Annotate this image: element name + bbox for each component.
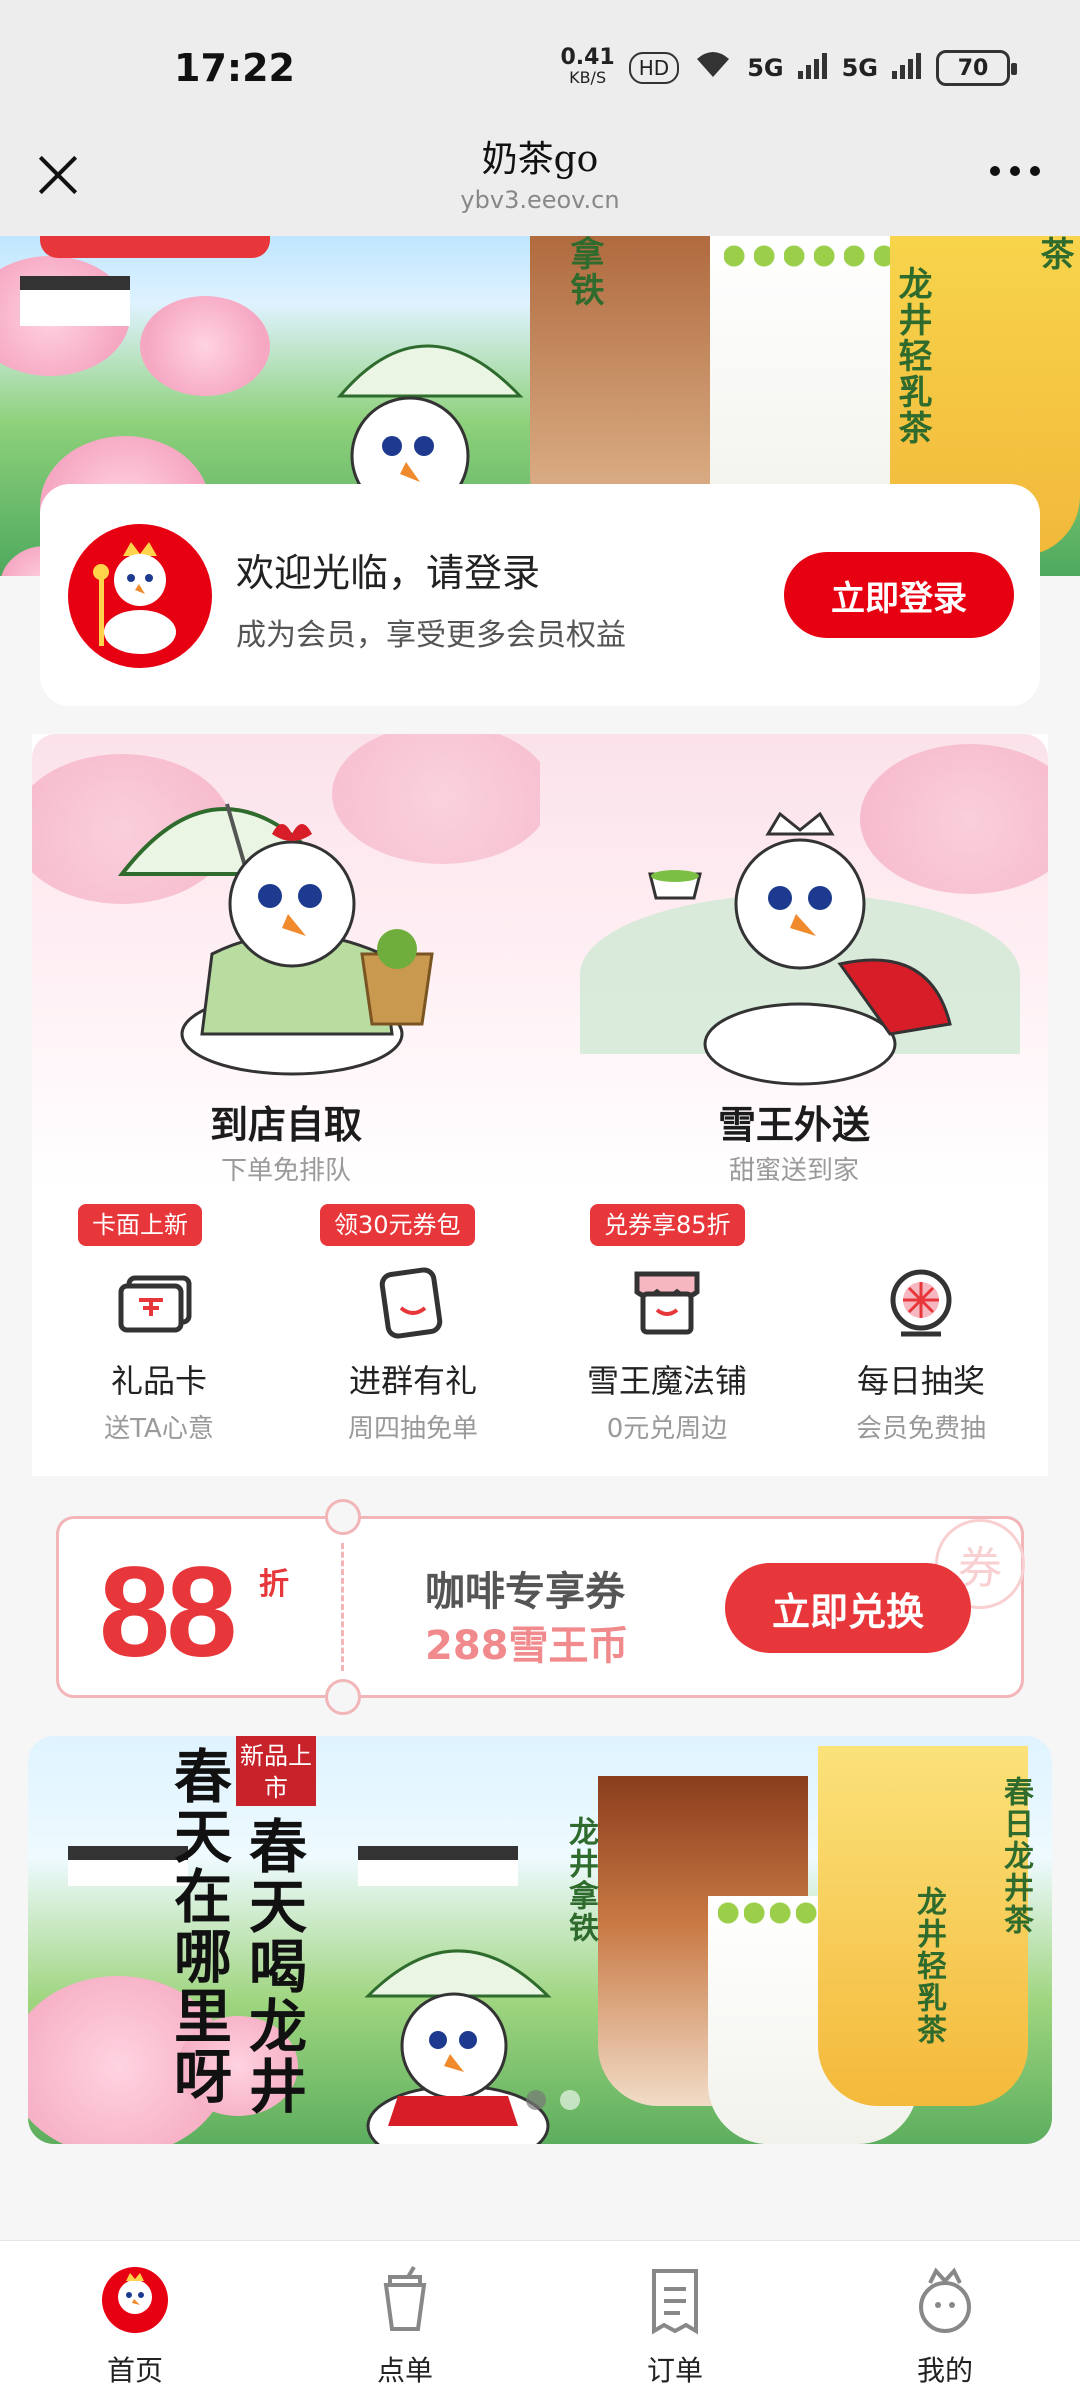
delivery-subtitle: 甜蜜送到家	[728, 1156, 859, 1186]
cup-icon	[383, 2265, 427, 2331]
carousel-dot[interactable]	[560, 2090, 580, 2110]
coupon-discount-unit: 折	[259, 1567, 289, 1602]
quick-sub: 会员免费抽	[855, 1414, 986, 1444]
status-bar: 17:22 0.41 KB/S HD 5G 5G 70	[0, 0, 1080, 130]
pickup-mascot-icon	[117, 803, 434, 1076]
banner-headline-2: 春天喝龙井	[239, 1816, 307, 2116]
quick-sub: 送TA心意	[104, 1414, 214, 1444]
home-icon	[102, 2267, 168, 2333]
status-icons: 0.41 KB/S HD 5G 5G 70	[560, 45, 1017, 88]
quick-item-group[interactable]: 领30元券包 进群有礼 周四抽免单	[286, 1204, 540, 1476]
more-menu-button[interactable]	[990, 166, 1040, 176]
tab-orders[interactable]: 订单	[540, 2265, 810, 2389]
wifi-icon	[693, 49, 733, 87]
bottom-tab-bar: 首页 点单 订单 我的	[0, 2240, 1080, 2400]
page-title: 奶茶go	[481, 139, 599, 180]
carousel-dot[interactable]	[526, 2090, 546, 2110]
quick-badge: 领30元券包	[320, 1204, 475, 1246]
signal-bars-1-icon	[797, 51, 828, 85]
net-speed-unit: KB/S	[569, 68, 607, 87]
lottery-wheel-icon	[890, 1269, 952, 1337]
coupon-title: 咖啡专享券	[425, 1569, 625, 1615]
group-chat-icon	[379, 1267, 443, 1339]
tab-home[interactable]: 首页	[0, 2265, 270, 2389]
gift-card-icon	[118, 1275, 192, 1333]
login-card: 欢迎光临，请登录 成为会员，享受更多会员权益 立即登录	[40, 484, 1040, 706]
banner-label-milk-tea: 龙井轻乳茶	[911, 1886, 946, 2046]
snow-king-avatar-icon	[93, 542, 176, 654]
login-title: 欢迎光临，请登录	[236, 551, 541, 595]
tab-profile[interactable]: 我的	[810, 2265, 1080, 2389]
quick-item-gift-card[interactable]: 卡面上新 礼品卡 送TA心意	[32, 1204, 286, 1476]
net-speed: 0.41 KB/S	[560, 45, 615, 88]
login-button[interactable]: 立即登录	[784, 552, 1014, 638]
quick-sub: 周四抽免单	[347, 1414, 478, 1444]
signal-bars-2-icon	[892, 51, 922, 85]
quick-sub: 0元兑周边	[606, 1414, 728, 1444]
hero-label-tea: 茶	[1034, 236, 1074, 272]
house-illustration	[20, 276, 130, 326]
pickup-subtitle: 下单免排队	[220, 1156, 351, 1186]
new-product-tag: 新品上市	[236, 1736, 316, 1806]
login-subtitle: 成为会员，享受更多会员权益	[236, 618, 626, 653]
delivery-mascot-icon	[648, 811, 952, 1086]
hero-label-latte: 拿铁	[564, 236, 604, 308]
quick-label: 每日抽奖	[856, 1362, 985, 1400]
tab-order-menu[interactable]: 点单	[270, 2265, 540, 2389]
quick-label: 礼品卡	[110, 1362, 207, 1400]
promo-banner[interactable]: 新品上市 春天在哪里呀 春天喝龙井 龙井拿铁 龙井轻乳茶 春日龙井茶	[28, 1736, 1052, 2144]
signal-2: 5G	[841, 54, 878, 82]
banner-label-latte: 龙井拿铁	[563, 1816, 598, 1944]
avatar[interactable]	[68, 524, 212, 668]
pickup-title: 到店自取	[209, 1103, 362, 1147]
shop-icon	[634, 1271, 700, 1335]
page-url: ybv3.eeov.cn	[460, 186, 620, 214]
delivery-panel[interactable]: 雪王外送 甜蜜送到家	[540, 734, 1048, 1188]
carousel-dots[interactable]	[526, 2090, 580, 2110]
profile-icon	[919, 2267, 971, 2333]
service-card: 到店自取 下单免排队 雪王外送 甜蜜送到家 卡面上新 礼品卡 送TA心意 领30…	[32, 734, 1048, 1476]
tab-label: 首页	[106, 2354, 163, 2387]
title-bar: 奶茶go ybv3.eeov.cn	[0, 130, 1080, 236]
net-speed-value: 0.41	[560, 45, 615, 70]
banner-headline-1: 春天在哪里呀	[164, 1746, 232, 2106]
banner-label-green-tea: 春日龙井茶	[998, 1776, 1033, 1936]
quick-label: 进群有礼	[348, 1362, 477, 1400]
coupon-price: 288雪王币	[425, 1623, 629, 1669]
pickup-panel[interactable]: 到店自取 下单免排队	[32, 734, 540, 1188]
quick-badge: 兑券享85折	[590, 1204, 745, 1246]
coupon-discount-value: 88	[99, 1541, 237, 1684]
delivery-title: 雪王外送	[717, 1103, 870, 1147]
tab-label: 订单	[646, 2354, 703, 2387]
coupon-divider	[341, 1543, 344, 1671]
hd-icon: HD	[628, 52, 680, 84]
battery-level: 70	[957, 55, 989, 81]
redeem-button[interactable]: 立即兑换	[725, 1563, 971, 1653]
hero-label-milk-tea: 龙井轻乳茶	[892, 266, 932, 446]
signal-1: 5G	[747, 54, 784, 82]
status-time: 17:22	[174, 46, 295, 90]
hero-ribbon	[40, 236, 270, 258]
coupon-notch-bottom	[325, 1679, 361, 1715]
battery-icon: 70	[936, 50, 1017, 86]
quick-item-lottery[interactable]: 每日抽奖 会员免费抽	[794, 1204, 1048, 1476]
quick-actions: 卡面上新 礼品卡 送TA心意 领30元券包 进群有礼 周四抽免单 兑券享85折	[32, 1204, 1048, 1476]
coupon-notch-top	[325, 1499, 361, 1535]
coffee-coupon: 88 折 咖啡专享券 288雪王币 券 立即兑换	[56, 1499, 1025, 1715]
order-icon	[652, 2269, 698, 2335]
quick-item-magic-shop[interactable]: 兑券享85折 雪王魔法铺 0元兑周边	[540, 1204, 794, 1476]
tab-label: 我的	[916, 2354, 973, 2387]
tab-label: 点单	[376, 2354, 433, 2387]
quick-badge: 卡面上新	[78, 1204, 202, 1246]
quick-label: 雪王魔法铺	[586, 1362, 747, 1400]
